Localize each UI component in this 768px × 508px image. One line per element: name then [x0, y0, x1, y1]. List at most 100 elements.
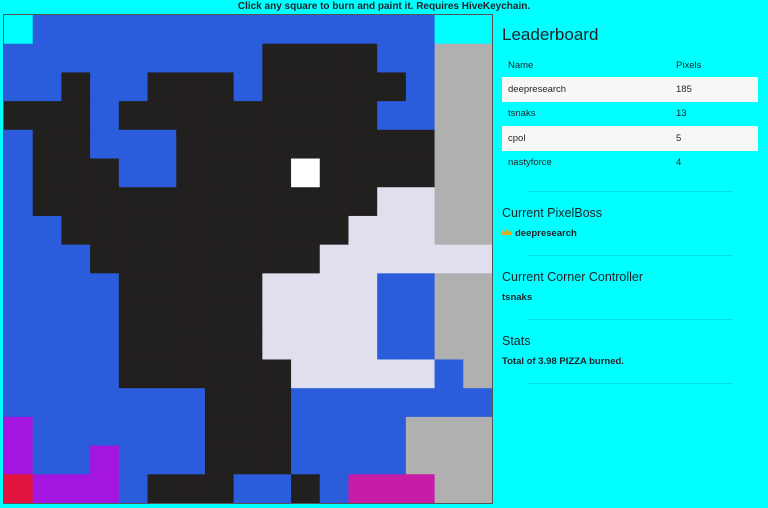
- board-pixel[interactable]: [147, 101, 177, 131]
- board-pixel[interactable]: [434, 359, 464, 389]
- board-pixel[interactable]: [348, 101, 378, 131]
- board-pixel[interactable]: [291, 474, 321, 503]
- board-pixel[interactable]: [377, 215, 407, 246]
- board-pixel[interactable]: [147, 244, 177, 274]
- board-pixel[interactable]: [61, 15, 91, 45]
- board-pixel[interactable]: [90, 416, 120, 447]
- board-pixel[interactable]: [233, 474, 263, 503]
- board-pixel[interactable]: [4, 215, 34, 246]
- board-pixel[interactable]: [118, 302, 149, 332]
- board-pixel[interactable]: [61, 445, 91, 475]
- board-pixel[interactable]: [176, 158, 206, 188]
- board-pixel[interactable]: [291, 416, 321, 447]
- board-pixel[interactable]: [291, 101, 321, 131]
- board-pixel[interactable]: [147, 43, 177, 73]
- board-pixel[interactable]: [61, 244, 91, 274]
- board-pixel[interactable]: [118, 158, 149, 188]
- board-pixel[interactable]: [291, 302, 321, 332]
- board-pixel[interactable]: [204, 330, 235, 360]
- board-pixel[interactable]: [434, 129, 464, 160]
- board-pixel[interactable]: [463, 187, 492, 217]
- board-pixel[interactable]: [405, 158, 436, 188]
- board-pixel[interactable]: [348, 302, 378, 332]
- board-pixel[interactable]: [405, 129, 436, 160]
- board-pixel[interactable]: [32, 43, 62, 73]
- board-pixel[interactable]: [90, 273, 120, 303]
- board-pixel[interactable]: [319, 416, 349, 447]
- board-pixel[interactable]: [319, 43, 349, 73]
- board-pixel[interactable]: [4, 15, 34, 45]
- board-pixel[interactable]: [32, 416, 62, 447]
- board-pixel[interactable]: [233, 72, 263, 102]
- board-pixel[interactable]: [118, 15, 149, 45]
- board-pixel[interactable]: [377, 416, 407, 447]
- board-pixel[interactable]: [463, 416, 492, 447]
- board-pixel[interactable]: [90, 330, 120, 360]
- board-pixel[interactable]: [319, 330, 349, 360]
- board-pixel[interactable]: [434, 101, 464, 131]
- board-pixel[interactable]: [348, 388, 378, 418]
- board-pixel[interactable]: [118, 101, 149, 131]
- board-pixel[interactable]: [291, 158, 321, 188]
- board-pixel[interactable]: [262, 72, 292, 102]
- board-pixel[interactable]: [118, 416, 149, 447]
- board-pixel[interactable]: [463, 129, 492, 160]
- board-pixel[interactable]: [176, 101, 206, 131]
- board-pixel[interactable]: [32, 359, 62, 389]
- board-pixel[interactable]: [233, 273, 263, 303]
- board-pixel[interactable]: [4, 129, 34, 160]
- board-pixel[interactable]: [118, 244, 149, 274]
- board-pixel[interactable]: [233, 388, 263, 418]
- board-pixel[interactable]: [262, 187, 292, 217]
- board-pixel[interactable]: [118, 129, 149, 160]
- board-pixel[interactable]: [377, 72, 407, 102]
- board-pixel[interactable]: [434, 158, 464, 188]
- board-pixel[interactable]: [32, 330, 62, 360]
- board-pixel[interactable]: [118, 215, 149, 246]
- board-pixel[interactable]: [32, 129, 62, 160]
- board-pixel[interactable]: [147, 215, 177, 246]
- board-pixel[interactable]: [405, 273, 436, 303]
- board-pixel[interactable]: [233, 330, 263, 360]
- board-pixel[interactable]: [61, 72, 91, 102]
- board-pixel[interactable]: [204, 445, 235, 475]
- board-pixel[interactable]: [61, 474, 91, 503]
- board-pixel[interactable]: [434, 474, 464, 503]
- board-pixel[interactable]: [377, 330, 407, 360]
- board-pixel[interactable]: [319, 101, 349, 131]
- board-pixel[interactable]: [147, 158, 177, 188]
- board-pixel[interactable]: [118, 330, 149, 360]
- board-pixel[interactable]: [233, 359, 263, 389]
- board-pixel[interactable]: [463, 359, 492, 389]
- board-pixel[interactable]: [118, 72, 149, 102]
- board-pixel[interactable]: [233, 302, 263, 332]
- board-pixel[interactable]: [4, 43, 34, 73]
- board-pixel[interactable]: [32, 302, 62, 332]
- board-pixel[interactable]: [147, 273, 177, 303]
- board-pixel[interactable]: [262, 101, 292, 131]
- board-pixel[interactable]: [291, 330, 321, 360]
- board-pixel[interactable]: [348, 158, 378, 188]
- board-pixel[interactable]: [4, 302, 34, 332]
- board-pixel[interactable]: [405, 72, 436, 102]
- board-pixel[interactable]: [176, 416, 206, 447]
- board-pixel[interactable]: [348, 474, 378, 503]
- board-pixel[interactable]: [319, 474, 349, 503]
- board-pixel[interactable]: [147, 302, 177, 332]
- board-pixel[interactable]: [262, 43, 292, 73]
- board-pixel[interactable]: [405, 388, 436, 418]
- board-pixel[interactable]: [405, 187, 436, 217]
- board-pixel[interactable]: [32, 445, 62, 475]
- board-pixel[interactable]: [90, 445, 120, 475]
- board-pixel[interactable]: [291, 215, 321, 246]
- board-pixel[interactable]: [204, 273, 235, 303]
- board-pixel[interactable]: [118, 359, 149, 389]
- board-pixel[interactable]: [204, 388, 235, 418]
- board-pixel[interactable]: [348, 187, 378, 217]
- board-pixel[interactable]: [118, 43, 149, 73]
- board-pixel[interactable]: [118, 187, 149, 217]
- board-pixel[interactable]: [291, 15, 321, 45]
- board-pixel[interactable]: [90, 244, 120, 274]
- board-pixel[interactable]: [463, 15, 492, 45]
- board-pixel[interactable]: [176, 302, 206, 332]
